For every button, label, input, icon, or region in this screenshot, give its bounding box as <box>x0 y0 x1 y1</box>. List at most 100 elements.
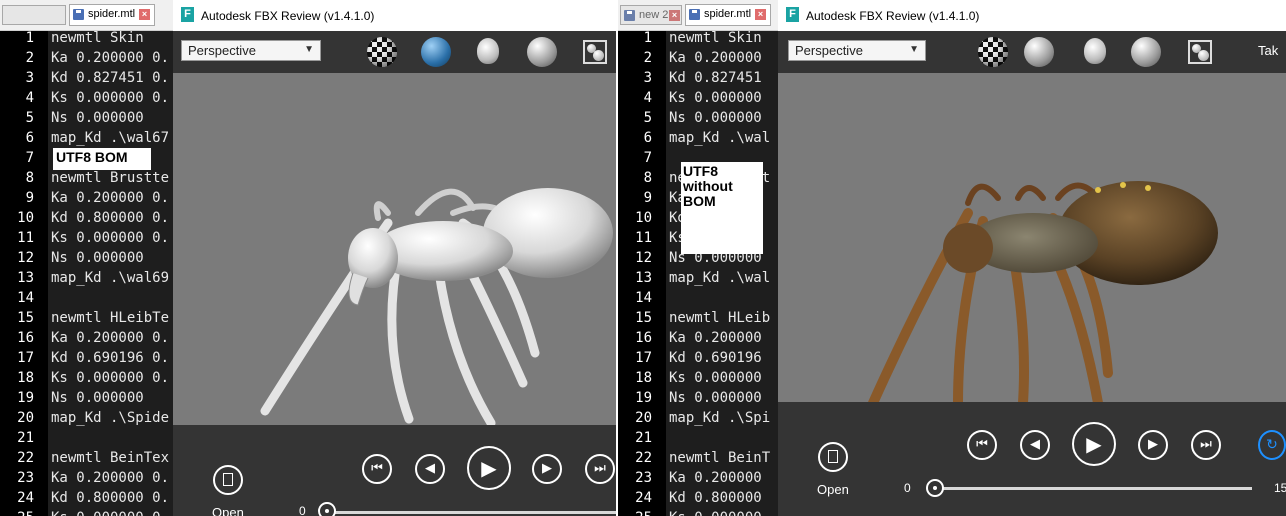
right-tab-spider-mtl[interactable]: spider.mtl × <box>685 4 771 26</box>
code-line[interactable]: newmtl HLeib <box>669 310 778 326</box>
line-number: 14 <box>635 290 652 306</box>
close-tab-icon[interactable]: × <box>139 9 150 20</box>
light-bulb-icon[interactable] <box>1084 38 1106 64</box>
view-mode-dropdown[interactable]: Perspective ▼ <box>788 40 926 61</box>
open-file-icon[interactable] <box>213 465 243 495</box>
right-3d-viewport[interactable] <box>778 73 1286 408</box>
save-disk-icon <box>689 9 700 20</box>
timeline-slider[interactable] <box>323 511 616 514</box>
fit-view-icon[interactable] <box>1188 40 1212 64</box>
code-line[interactable]: Kd 0.800000 0. <box>51 490 173 506</box>
code-line[interactable]: Ka 0.200000 <box>669 330 778 346</box>
code-line[interactable]: Ns 0.000000 <box>669 390 778 406</box>
code-line[interactable]: Ks 0.000000 0. <box>51 370 173 386</box>
code-line[interactable]: Ka 0.200000 0. <box>51 50 173 66</box>
timeline-knob[interactable] <box>926 479 944 497</box>
view-mode-value: Perspective <box>795 43 863 58</box>
step-back-icon[interactable]: ◀ <box>1020 430 1050 460</box>
code-line[interactable]: Ka 0.200000 <box>669 50 778 66</box>
line-number: 3 <box>643 70 652 86</box>
code-line[interactable]: Ka 0.200000 <box>669 470 778 486</box>
loop-icon[interactable]: ↻ <box>1258 430 1286 460</box>
code-line[interactable]: map_Kd .\Spi <box>669 410 778 426</box>
left-tab-spider-mtl[interactable]: spider.mtl × <box>69 4 155 26</box>
line-number: 15 <box>17 310 34 326</box>
step-forward-icon[interactable]: ▶ <box>532 454 562 484</box>
code-line[interactable]: Ka 0.200000 0. <box>51 190 173 206</box>
code-line[interactable]: newmtl Skin <box>51 31 173 46</box>
code-line[interactable]: Kd 0.690196 <box>669 350 778 366</box>
line-number: 23 <box>17 470 34 486</box>
code-line[interactable]: Ka 0.200000 0. <box>51 330 173 346</box>
right-tab-new-2[interactable]: new 2 × <box>620 5 682 25</box>
right-code-editor[interactable]: 1 newmtl Skin 2 Ka 0.200000 3 Kd 0.827451 4 Ks … <box>618 31 778 516</box>
left-viewer-toolbar: Perspective ▼ <box>173 31 616 73</box>
fbx-app-icon: F <box>181 7 194 22</box>
gray-sphere-icon[interactable] <box>1131 37 1161 67</box>
code-line[interactable]: Kd 0.800000 <box>669 490 778 506</box>
left-code-editor[interactable]: 1 newmtl Skin 2 Ka 0.200000 0. 3 Kd 0.827451 … <box>0 31 173 516</box>
skip-to-start-icon[interactable]: ⏮ <box>362 454 392 484</box>
timeline-knob[interactable] <box>318 502 336 516</box>
code-line[interactable]: map_Kd .\wal <box>669 130 778 146</box>
time-end-label: 15 <box>1274 481 1286 495</box>
code-line[interactable]: newmtl Skin <box>669 31 778 46</box>
gray-sphere-icon[interactable] <box>1024 37 1054 67</box>
code-line[interactable]: Kd 0.827451 <box>669 70 778 86</box>
close-tab-icon[interactable]: × <box>669 10 680 21</box>
checker-icon[interactable] <box>978 37 1008 67</box>
code-line[interactable]: Ka 0.200000 0. <box>51 470 173 486</box>
skip-to-start-icon[interactable]: ⏮ <box>967 430 997 460</box>
code-line[interactable]: Ns 0.000000 <box>51 390 173 406</box>
line-number: 21 <box>17 430 34 446</box>
code-line[interactable]: Ks 0.000000 <box>669 90 778 106</box>
checker-icon[interactable] <box>367 37 397 67</box>
open-file-icon[interactable] <box>818 442 848 472</box>
code-line[interactable]: Ks 0.000000 0. <box>51 90 173 106</box>
step-forward-icon[interactable]: ▶ <box>1138 430 1168 460</box>
close-tab-icon[interactable]: × <box>755 9 766 20</box>
skip-to-end-icon[interactable]: ⏭ <box>1191 430 1221 460</box>
code-line[interactable]: map_Kd .\wal67 <box>51 130 173 146</box>
timeline-slider[interactable] <box>928 487 1252 490</box>
code-line[interactable]: Ks 0.000000 <box>669 370 778 386</box>
shaded-sphere-icon[interactable] <box>421 37 451 67</box>
open-label: Open <box>817 482 849 497</box>
toolbar-overflow-label[interactable]: Tak <box>1258 43 1278 58</box>
line-number: 3 <box>25 70 34 86</box>
skip-to-end-icon[interactable]: ⏭ <box>585 454 615 484</box>
line-number: 11 <box>17 230 34 246</box>
code-line[interactable]: Ns 0.000000 <box>51 110 173 126</box>
light-bulb-icon[interactable] <box>477 38 499 64</box>
code-line[interactable]: Kd 0.690196 0. <box>51 350 173 366</box>
gray-sphere-icon[interactable] <box>527 37 557 67</box>
line-number: 7 <box>25 150 34 166</box>
code-line[interactable]: newmtl HLeibTe <box>51 310 173 326</box>
left-tab-blank[interactable] <box>2 5 66 25</box>
code-line[interactable]: Ns 0.000000 <box>51 250 173 266</box>
left-3d-viewport[interactable] <box>173 73 616 428</box>
code-line[interactable]: Kd 0.800000 0. <box>51 210 173 226</box>
code-line[interactable]: newmtl BeinTex <box>51 450 173 466</box>
step-back-icon[interactable]: ◀ <box>415 454 445 484</box>
line-number: 9 <box>25 190 34 206</box>
save-disk-icon <box>73 9 84 20</box>
code-line[interactable]: newmtl BeinT <box>669 450 778 466</box>
code-line[interactable]: Ks 0.000000 0. <box>51 510 173 516</box>
view-mode-dropdown[interactable]: Perspective ▼ <box>181 40 321 61</box>
code-line[interactable]: Kd 0.827451 0. <box>51 70 173 86</box>
save-disk-icon <box>624 10 635 21</box>
play-icon[interactable]: ▶ <box>467 446 511 490</box>
code-line[interactable]: Ks 0.000000 <box>669 510 778 516</box>
line-number: 6 <box>643 130 652 146</box>
code-line[interactable]: Ns 0.000000 <box>669 110 778 126</box>
code-line[interactable]: map_Kd .\wal <box>669 270 778 286</box>
code-line[interactable]: map_Kd .\Spide <box>51 410 173 426</box>
line-number: 16 <box>635 330 652 346</box>
code-line[interactable]: newmtl Brustte <box>51 170 173 186</box>
fit-view-icon[interactable] <box>583 40 607 64</box>
code-line[interactable]: Ks 0.000000 0. <box>51 230 173 246</box>
play-icon[interactable]: ▶ <box>1072 422 1116 466</box>
line-number: 1 <box>25 31 34 46</box>
code-line[interactable]: map_Kd .\wal69 <box>51 270 173 286</box>
